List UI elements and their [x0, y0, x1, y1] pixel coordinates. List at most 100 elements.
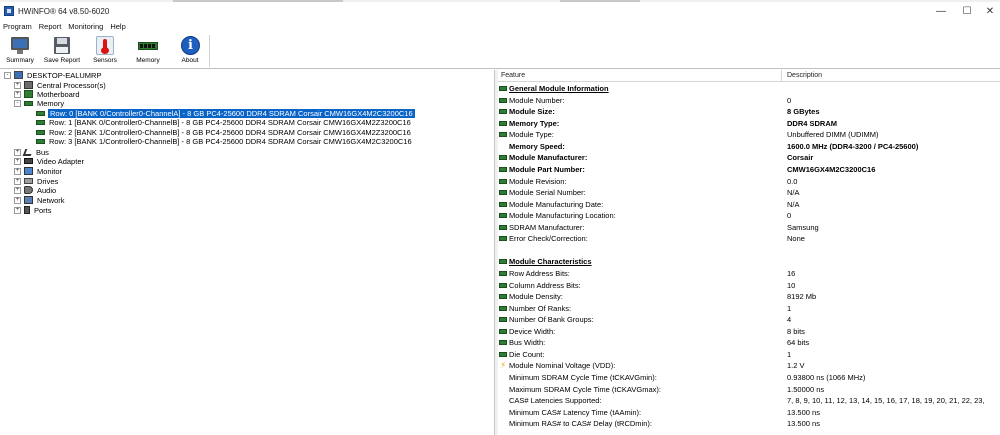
menu-monitoring[interactable]: Monitoring	[68, 22, 103, 31]
collapse-icon[interactable]: -	[14, 99, 21, 107]
detail-row[interactable]: CAS# Latencies Supported: 7, 8, 9, 10, 11…	[498, 395, 1000, 406]
detail-row[interactable]: Memory Type: DDR4 SDRAM	[498, 118, 1000, 129]
device-tree[interactable]: - DESKTOP-EALUMRP + Central Processor(s)…	[0, 70, 494, 435]
summary-button[interactable]: Summary	[0, 36, 40, 68]
expand-icon[interactable]: +	[14, 157, 21, 165]
feature-value: N/A	[787, 199, 800, 209]
expand-icon[interactable]: +	[14, 186, 21, 194]
collapse-icon[interactable]: -	[4, 71, 11, 79]
detail-row[interactable]: Number Of Ranks: 1	[498, 303, 1000, 314]
detail-row[interactable]: ⚡ Module Nominal Voltage (VDD): 1.2 V	[498, 360, 1000, 371]
expand-icon[interactable]: +	[14, 196, 21, 204]
detail-row[interactable]: Maximum SDRAM Cycle Time (tCKAVGmax): 1.5…	[498, 384, 1000, 395]
info-icon: i	[180, 36, 200, 55]
menu-report[interactable]: Report	[39, 22, 62, 31]
expand-icon[interactable]: +	[14, 81, 21, 89]
detail-row[interactable]: Minimum CAS# Latency Time (tAAmin): 13.50…	[498, 407, 1000, 418]
detail-row[interactable]: Module Manufacturer: Corsair	[498, 152, 1000, 163]
detail-row[interactable]	[498, 245, 1000, 256]
app-icon	[4, 6, 14, 16]
thermometer-icon	[95, 36, 115, 55]
ram-stick-icon	[24, 100, 33, 106]
feature-label: Column Address Bits:	[509, 280, 581, 290]
video-card-icon	[24, 158, 33, 164]
feature-label: CAS# Latencies Supported:	[509, 396, 602, 406]
ram-stick-icon	[499, 282, 507, 288]
sensors-button[interactable]: Sensors	[85, 36, 125, 68]
detail-row[interactable]: Device Width: 8 bits	[498, 326, 1000, 337]
feature-label: Module Characteristics	[509, 257, 592, 267]
detail-row[interactable]: Module Type: Unbuffered DIMM (UDIMM)	[498, 129, 1000, 140]
detail-row[interactable]: Bus Width: 64 bits	[498, 337, 1000, 348]
detail-row[interactable]: Module Size: 8 GBytes	[498, 106, 1000, 117]
title-bar[interactable]: HWiNFO® 64 v8.50-6020 — ☐ ✕	[0, 2, 1000, 20]
detail-row[interactable]: Module Serial Number: N/A	[498, 187, 1000, 198]
detail-row[interactable]: Number Of Bank Groups: 4	[498, 314, 1000, 325]
feature-value: 1.50000 ns	[787, 384, 825, 394]
detail-row[interactable]: Column Address Bits: 10	[498, 280, 1000, 291]
monitor-icon	[24, 167, 33, 175]
feature-label: Module Serial Number:	[509, 188, 586, 197]
expand-icon[interactable]: +	[14, 177, 21, 185]
tree-item-audio[interactable]: + Audio	[14, 185, 57, 195]
expand-icon[interactable]: +	[14, 206, 21, 214]
feature-label: Memory Speed:	[509, 141, 565, 151]
memory-button[interactable]: Memory	[128, 36, 168, 68]
tree-item-memory-row-1[interactable]: Row: 1 [BANK 0/Controller0-ChannelB] - 8…	[36, 117, 412, 127]
detail-row[interactable]: Row Address Bits: 16	[498, 268, 1000, 279]
feature-value: CMW16GX4M2C3200C16	[787, 164, 876, 174]
expand-icon[interactable]: +	[14, 167, 21, 175]
detail-row[interactable]: Minimum SDRAM Cycle Time (tCKAVGmin): 0.9…	[498, 372, 1000, 383]
feature-value: 0	[787, 211, 792, 221]
detail-row[interactable]: Error Check/Correction: None	[498, 233, 1000, 244]
detail-row[interactable]: SDRAM Manufacturer: Samsung	[498, 222, 1000, 233]
detail-row[interactable]: Module Part Number: CMW16GX4M2C3200C16	[498, 164, 1000, 175]
detail-row[interactable]: Minimum RAS# to CAS# Delay (tRCDmin): 13.…	[498, 418, 1000, 429]
section-header[interactable]: General Module Information	[498, 83, 1000, 94]
detail-row[interactable]: Memory Speed: 1600.0 MHz (DDR4-3200 / PC4…	[498, 141, 1000, 152]
save-report-label: Save Report	[43, 57, 81, 64]
tree-root[interactable]: - DESKTOP-EALUMRP	[4, 70, 102, 80]
speaker-icon	[24, 186, 33, 194]
feature-label: Error Check/Correction:	[509, 234, 588, 244]
tree-item-monitor[interactable]: + Monitor	[14, 166, 63, 176]
feature-label: Module Nominal Voltage (VDD):	[509, 361, 616, 371]
details-pane[interactable]: Feature Description General Module Infor…	[498, 70, 1000, 435]
about-button[interactable]: i About	[170, 36, 210, 68]
detail-row[interactable]: Module Manufacturing Location: 0	[498, 210, 1000, 221]
details-header: Feature Description	[498, 70, 1000, 82]
tree-item-memory[interactable]: - Memory	[14, 98, 65, 108]
feature-column-header[interactable]: Feature	[501, 72, 525, 79]
expand-icon[interactable]: +	[14, 90, 21, 98]
feature-value: 64 bits	[787, 338, 810, 348]
section-header[interactable]: Module Characteristics	[498, 256, 1000, 267]
detail-row[interactable]: Die Count: 1	[498, 349, 1000, 360]
monitor-icon	[10, 36, 30, 55]
tree-item-video-adapter[interactable]: + Video Adapter	[14, 156, 85, 166]
tree-item-ports[interactable]: + Ports	[14, 205, 53, 215]
feature-value: DDR4 SDRAM	[787, 118, 838, 128]
detail-row[interactable]: Module Density: 8192 Mb	[498, 291, 1000, 302]
close-button[interactable]: ✕	[975, 2, 1000, 20]
port-icon	[24, 206, 30, 214]
menu-help[interactable]: Help	[110, 22, 125, 31]
ram-stick-icon	[499, 97, 507, 103]
tree-item-label: Monitor	[37, 166, 63, 176]
detail-row[interactable]: Module Manufacturing Date: N/A	[498, 199, 1000, 210]
feature-value: Corsair	[787, 153, 814, 163]
feature-label: Memory Type:	[509, 118, 560, 128]
menu-program[interactable]: Program	[3, 22, 32, 31]
ram-stick-icon	[499, 86, 507, 91]
memory-label: Memory	[136, 57, 160, 64]
ram-stick-icon	[499, 132, 507, 138]
description-column-header[interactable]: Description	[787, 72, 822, 79]
feature-value: 1600.0 MHz (DDR4-3200 / PC4-25600)	[787, 141, 919, 151]
column-divider[interactable]	[781, 70, 782, 82]
detail-row[interactable]: Module Number: 0	[498, 95, 1000, 106]
feature-value: 16	[787, 269, 796, 278]
tree-item-network[interactable]: + Network	[14, 195, 66, 205]
save-report-button[interactable]: Save Report	[42, 36, 82, 68]
expand-icon[interactable]: +	[14, 148, 21, 156]
tree-item-memory-row-3[interactable]: Row: 3 [BANK 1/Controller0-ChannelB] - 8…	[36, 136, 413, 146]
detail-row[interactable]: Module Revision: 0.0	[498, 176, 1000, 187]
